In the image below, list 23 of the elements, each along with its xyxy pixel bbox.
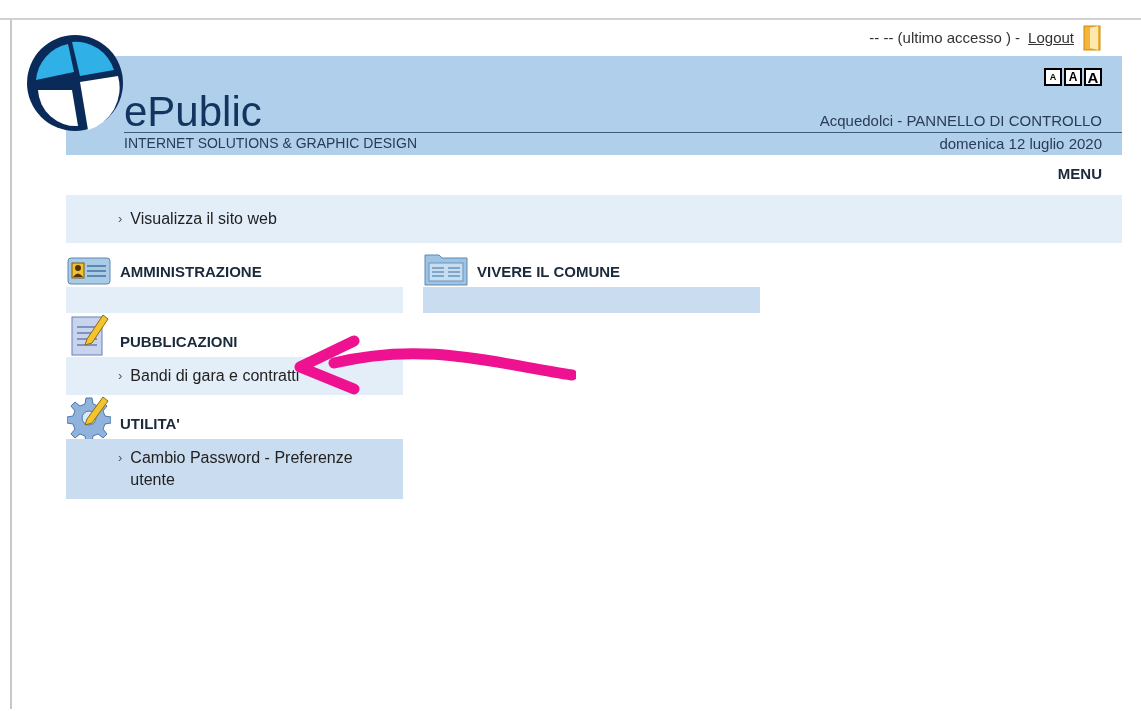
id-card-icon [67, 255, 111, 287]
panel-title: Acquedolci - PANNELLO DI CONTROLLO [819, 110, 1103, 131]
chevron: › [118, 449, 123, 467]
logout-link[interactable]: Logout [1028, 26, 1074, 50]
menu-heading: MENU [1057, 163, 1102, 184]
folder-icon [423, 251, 469, 287]
section-title: AMMINISTRAZIONE [120, 261, 262, 282]
font-size-button[interactable]: A [1044, 68, 1062, 86]
date-text: domenica 12 luglio 2020 [939, 133, 1103, 154]
chevron: › [118, 367, 123, 385]
menu-link[interactable]: › Bandi di gara e contratti [118, 365, 387, 387]
font-size-button[interactable]: A [1084, 68, 1102, 86]
font-size-button[interactable]: A [1064, 68, 1082, 86]
section-title: PUBBLICAZIONI [120, 331, 238, 352]
section-title: VIVERE IL COMUNE [477, 261, 621, 282]
menu-link[interactable]: › Cambio Password - Preferenze utente [118, 447, 387, 491]
door-icon[interactable] [1082, 24, 1102, 52]
chevron: › [118, 210, 123, 228]
brand-name: ePublic [124, 92, 262, 132]
tagline: INTERNET SOLUTIONS & GRAPHIC DESIGN [124, 134, 417, 154]
menu-link[interactable]: › Visualizza il sito web [118, 208, 277, 230]
last-access-text: -- -- (ultimo accesso ) - [869, 27, 1021, 48]
section-title: UTILITA' [120, 413, 180, 434]
